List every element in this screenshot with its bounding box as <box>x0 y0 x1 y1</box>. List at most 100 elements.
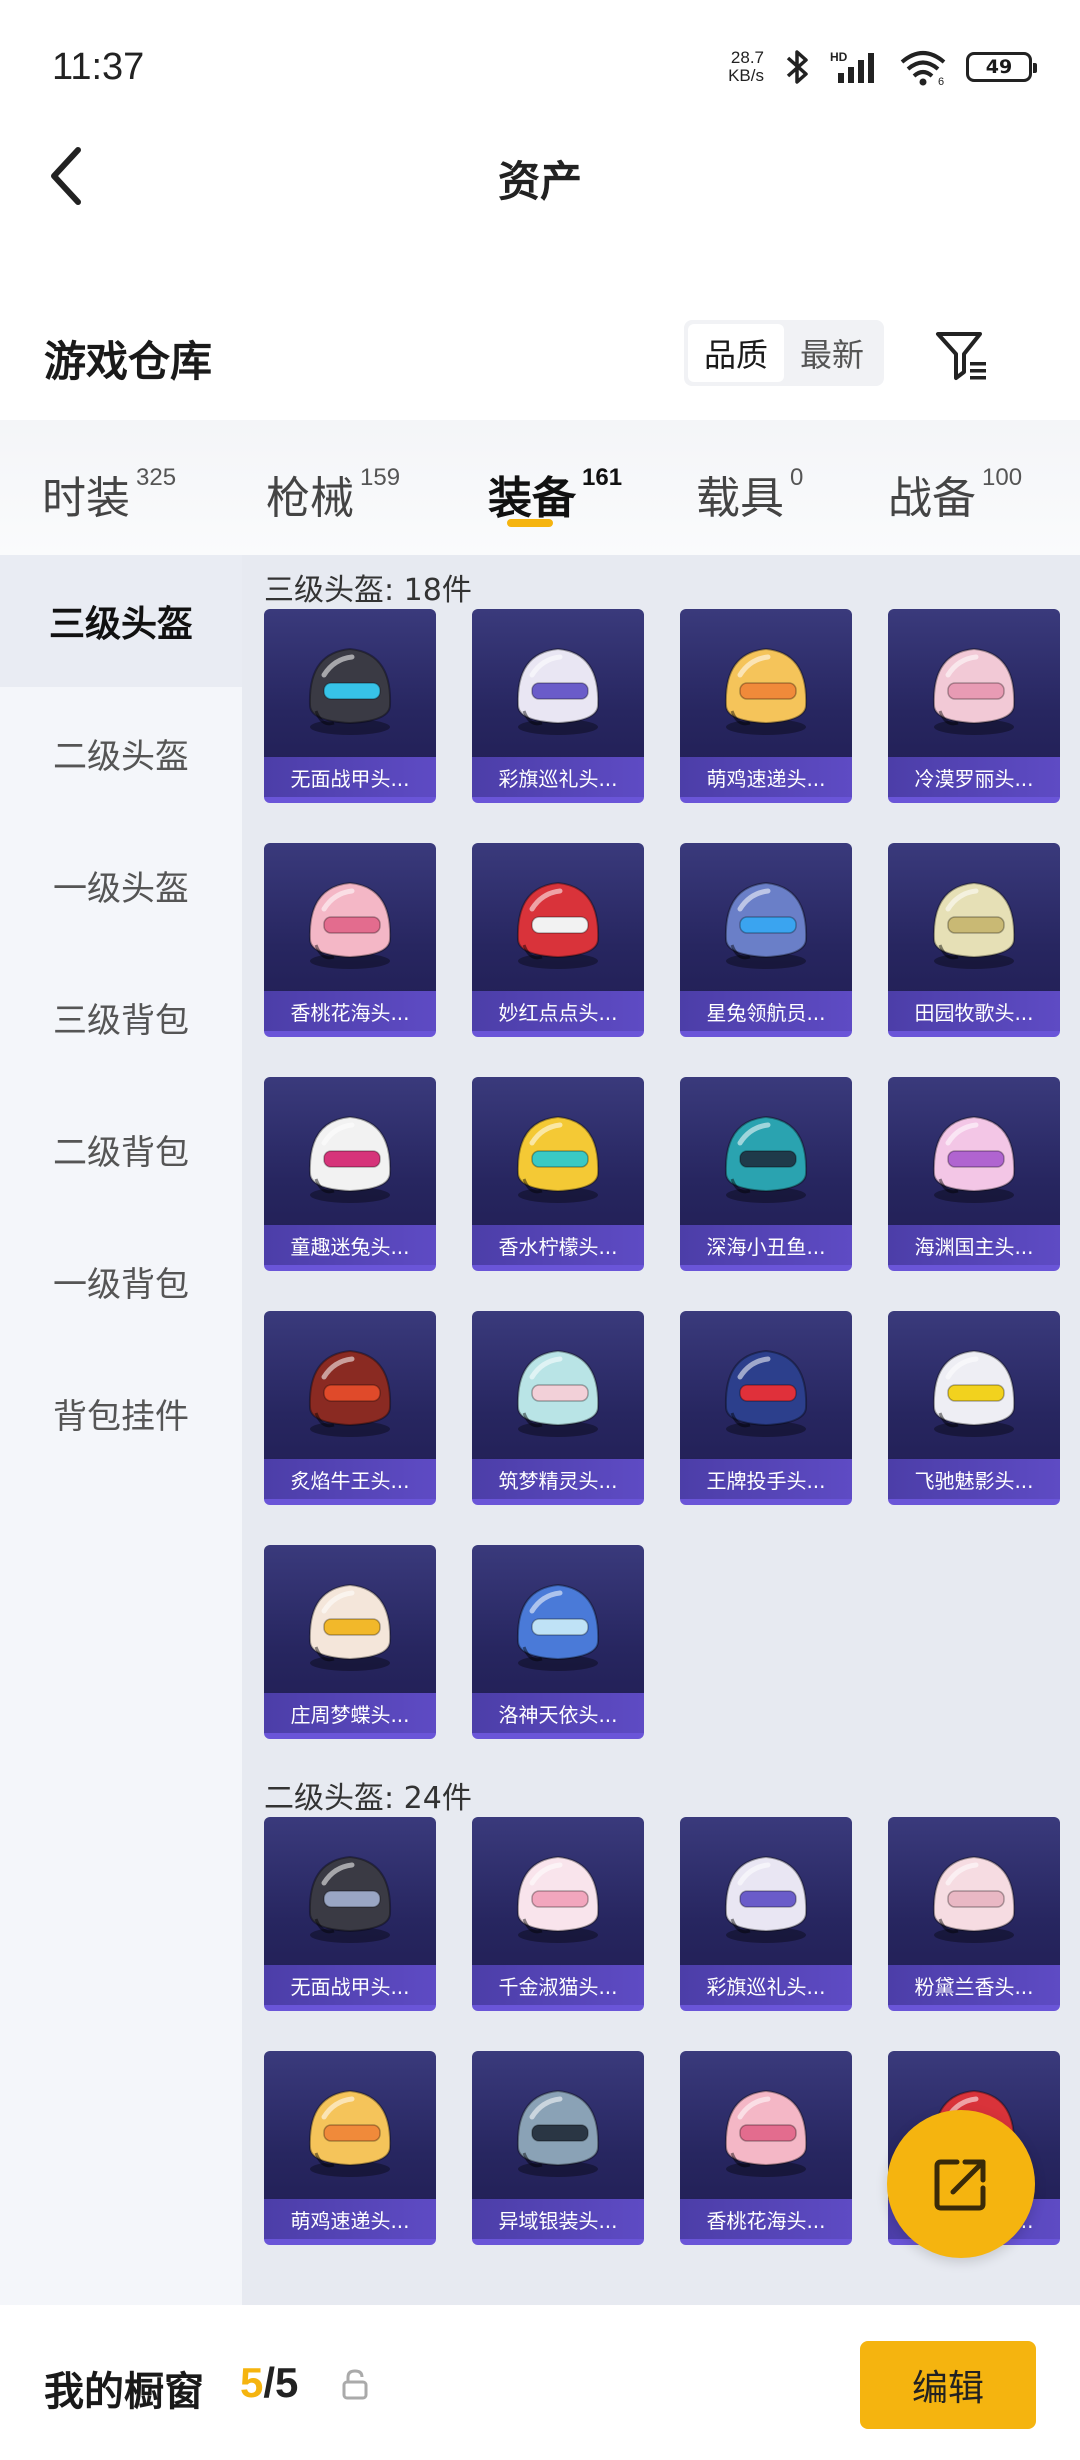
helmet-icon <box>308 2089 392 2177</box>
sidebar-item-backpack-charm[interactable]: 背包挂件 <box>0 1347 242 1479</box>
section-title-level3-helmet: 三级头盔: 18件 <box>264 573 472 608</box>
sidebar-item-level1-helmet[interactable]: 一级头盔 <box>0 819 242 951</box>
sort-toggle: 品质 最新 <box>684 320 884 386</box>
helmet-icon <box>932 647 1016 735</box>
bottom-bar: 我的橱窗 5/5 编辑 <box>0 2305 1080 2460</box>
item-card[interactable]: 彩旗巡礼头... <box>472 609 644 803</box>
showcase-count: 5/5 <box>240 2359 298 2407</box>
item-name: 炙焰牛王头... <box>264 1459 436 1499</box>
item-name: 香桃花海头... <box>680 2199 852 2239</box>
helmet-icon <box>932 1349 1016 1437</box>
item-card[interactable]: 千金淑猫头... <box>472 1817 644 2011</box>
item-name: 无面战甲头... <box>264 1965 436 2005</box>
item-name: 童趣迷兔头... <box>264 1225 436 1265</box>
tab-supplies[interactable]: 战备 100 <box>848 420 1080 555</box>
item-card[interactable]: 无面战甲头... <box>264 1817 436 2011</box>
item-grid-level3-helmet: 无面战甲头... 彩旗巡礼头... 萌鸡速递头... 冷漠罗丽头... 香桃花海头...… <box>264 609 1080 1739</box>
sidebar-item-level1-backpack[interactable]: 一级背包 <box>0 1215 242 1347</box>
item-content: 三级头盔: 18件 无面战甲头... 彩旗巡礼头... 萌鸡速递头... 冷漠罗丽头.… <box>242 555 1080 2305</box>
helmet-icon <box>308 647 392 735</box>
item-name: 王牌投手头... <box>680 1459 852 1499</box>
helmet-icon <box>308 881 392 969</box>
network-speed-value: 28.7 <box>730 48 764 67</box>
item-name: 妙红点点头... <box>472 991 644 1031</box>
item-card[interactable]: 深海小丑鱼... <box>680 1077 852 1271</box>
item-card[interactable]: 萌鸡速递头... <box>264 2051 436 2245</box>
helmet-icon <box>932 1855 1016 1943</box>
item-card[interactable]: 王牌投手头... <box>680 1311 852 1505</box>
showcase-separator: / <box>263 2359 276 2406</box>
tab-label: 战备 <box>888 473 976 524</box>
warehouse-title: 游戏仓库 <box>44 337 213 386</box>
item-card[interactable]: 炙焰牛王头... <box>264 1311 436 1505</box>
tab-label: 枪械 <box>266 473 354 524</box>
helmet-icon <box>516 1855 600 1943</box>
item-card[interactable]: 星兔领航员... <box>680 843 852 1037</box>
helmet-icon <box>308 1855 392 1943</box>
item-name: 异域银装头... <box>472 2199 644 2239</box>
helmet-icon <box>932 1115 1016 1203</box>
tab-fashion[interactable]: 时装 325 <box>0 420 226 555</box>
signal-icon: HD <box>830 49 880 85</box>
item-name: 星兔领航员... <box>680 991 852 1031</box>
tab-count: 325 <box>136 464 177 491</box>
share-button[interactable] <box>887 2110 1035 2258</box>
tab-count: 0 <box>790 464 804 491</box>
status-time: 11:37 <box>52 46 145 88</box>
item-card[interactable]: 香桃花海头... <box>680 2051 852 2245</box>
sidebar-item-level3-helmet[interactable]: 三级头盔 <box>0 555 242 687</box>
edit-button[interactable]: 编辑 <box>860 2341 1036 2429</box>
helmet-icon <box>724 1855 808 1943</box>
item-card[interactable]: 庄周梦蝶头... <box>264 1545 436 1739</box>
item-name: 海渊国主头... <box>888 1225 1060 1265</box>
sort-option-latest[interactable]: 最新 <box>784 324 880 382</box>
item-card[interactable]: 童趣迷兔头... <box>264 1077 436 1271</box>
battery-level: 49 <box>985 56 1013 78</box>
item-card[interactable]: 妙红点点头... <box>472 843 644 1037</box>
tab-firearms[interactable]: 枪械 159 <box>226 420 442 555</box>
item-card[interactable]: 无面战甲头... <box>264 609 436 803</box>
tab-count: 100 <box>982 464 1023 491</box>
item-card[interactable]: 萌鸡速递头... <box>680 609 852 803</box>
status-icons: 28.7 KB/s HD 6 49 <box>728 44 1037 90</box>
item-name: 深海小丑鱼... <box>680 1225 852 1265</box>
item-name: 彩旗巡礼头... <box>472 757 644 797</box>
item-card[interactable]: 田园牧歌头... <box>888 843 1060 1037</box>
share-icon <box>934 2159 986 2211</box>
item-card[interactable]: 香桃花海头... <box>264 843 436 1037</box>
item-name: 彩旗巡礼头... <box>680 1965 852 2005</box>
wifi-icon: 6 <box>898 48 948 86</box>
item-card[interactable]: 彩旗巡礼头... <box>680 1817 852 2011</box>
item-card[interactable]: 筑梦精灵头... <box>472 1311 644 1505</box>
item-card[interactable]: 异域银装头... <box>472 2051 644 2245</box>
item-card[interactable]: 飞驰魅影头... <box>888 1311 1060 1505</box>
tab-count: 159 <box>360 464 401 491</box>
svg-text:6: 6 <box>938 76 944 86</box>
item-name: 无面战甲头... <box>264 757 436 797</box>
sidebar-item-level2-helmet[interactable]: 二级头盔 <box>0 687 242 819</box>
active-tab-indicator <box>507 519 553 527</box>
item-name: 粉黛兰香头... <box>888 1965 1060 2005</box>
helmet-icon <box>724 647 808 735</box>
item-card[interactable]: 冷漠罗丽头... <box>888 609 1060 803</box>
sidebar-item-level2-backpack[interactable]: 二级背包 <box>0 1083 242 1215</box>
tab-label: 载具 <box>696 473 784 524</box>
filter-icon <box>936 332 986 380</box>
category-tabs: 时装 325 枪械 159 装备 161 载具 0 战备 100 <box>0 420 1080 555</box>
lock-icon <box>342 2369 368 2400</box>
top-header: 资产 <box>0 130 1080 220</box>
item-card[interactable]: 海渊国主头... <box>888 1077 1060 1271</box>
tab-equipment[interactable]: 装备 161 <box>442 420 652 555</box>
sort-option-quality[interactable]: 品质 <box>688 324 784 382</box>
filter-button[interactable] <box>930 324 994 388</box>
helmet-icon <box>516 1349 600 1437</box>
item-card[interactable]: 洛神天依头... <box>472 1545 644 1739</box>
item-name: 庄周梦蝶头... <box>264 1693 436 1733</box>
item-card[interactable]: 香水柠檬头... <box>472 1077 644 1271</box>
tab-vehicles[interactable]: 载具 0 <box>652 420 848 555</box>
item-card[interactable]: 粉黛兰香头... <box>888 1817 1060 2011</box>
network-speed-unit: KB/s <box>728 66 764 85</box>
showcase-label: 我的橱窗 <box>44 2369 204 2415</box>
item-name: 香水柠檬头... <box>472 1225 644 1265</box>
sidebar-item-level3-backpack[interactable]: 三级背包 <box>0 951 242 1083</box>
